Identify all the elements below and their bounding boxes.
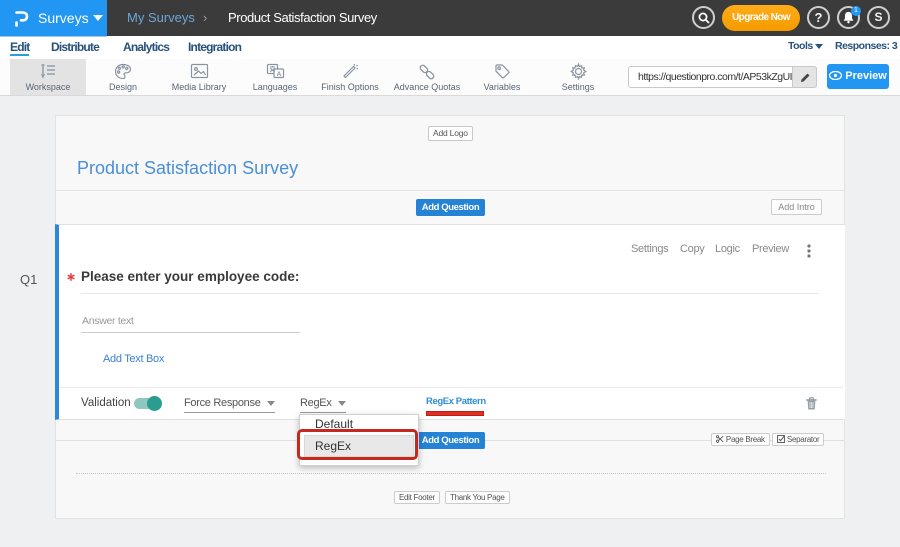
svg-text:A: A: [276, 71, 281, 78]
